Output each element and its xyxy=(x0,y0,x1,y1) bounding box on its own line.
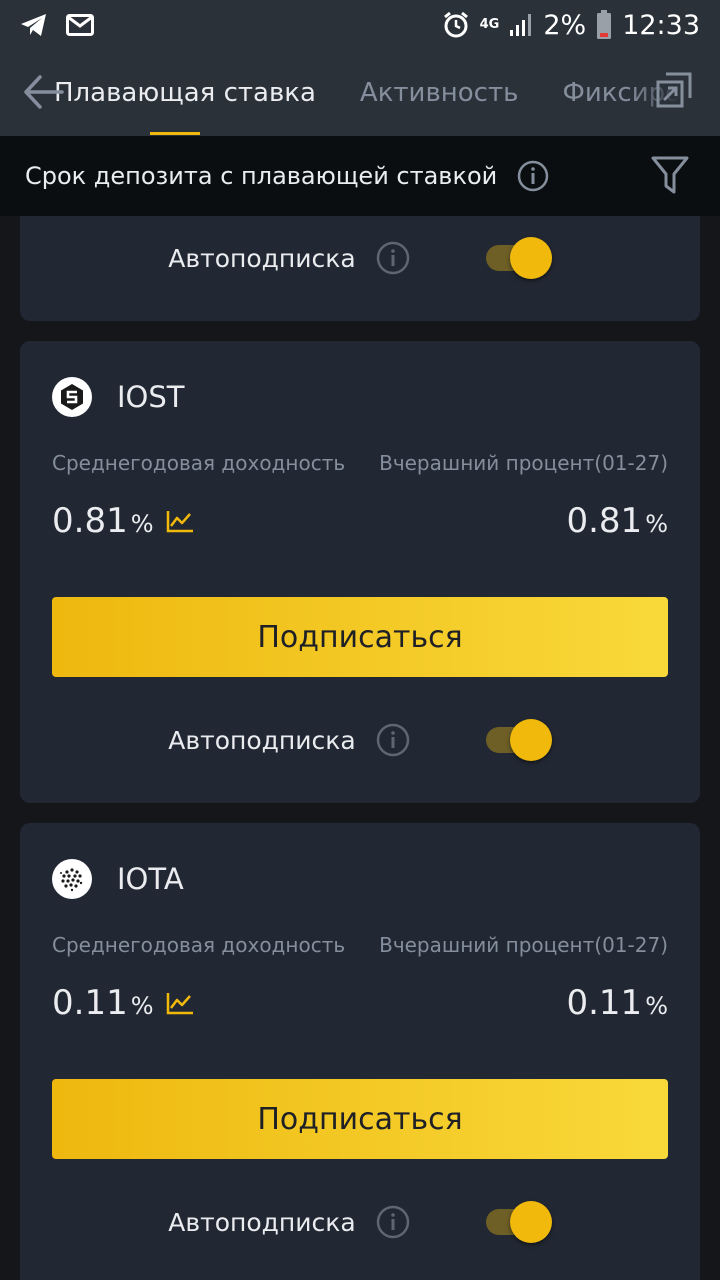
apy-label: Среднегодовая доходность xyxy=(52,933,346,957)
alarm-icon xyxy=(442,11,470,39)
toggle-knob xyxy=(509,1201,552,1243)
info-icon[interactable] xyxy=(517,160,549,192)
tab-activity[interactable]: Активность xyxy=(360,50,519,136)
battery-level: 2% xyxy=(543,9,587,41)
telegram-icon xyxy=(20,13,48,37)
auto-subscribe-label: Автоподписка xyxy=(168,243,356,273)
toggle-knob xyxy=(509,719,552,761)
yesterday-rate-label: Вчерашний процент(01-27) xyxy=(379,933,668,957)
auto-subscribe-row: Автоподписка xyxy=(20,715,700,765)
apy-value: 0.81% xyxy=(52,501,154,541)
coin-name: IOST xyxy=(117,380,185,414)
filter-bar: Срок депозита с плавающей ставкой xyxy=(0,136,720,216)
rate-values: 0.81% 0.81% xyxy=(52,501,668,541)
auto-subscribe-row: Автоподписка xyxy=(20,1197,700,1247)
history-icon[interactable] xyxy=(654,70,694,110)
auto-subscribe-toggle[interactable] xyxy=(485,237,552,279)
clock: 12:33 xyxy=(622,9,700,41)
signal-icon xyxy=(509,13,533,37)
product-card-partial: Автоподписка xyxy=(20,216,700,321)
product-card-iota: IOTA Среднегодовая доходность Вчерашний … xyxy=(20,823,700,1280)
coin-header: IOST xyxy=(52,377,185,417)
toggle-knob xyxy=(509,237,552,279)
coin-header: IOTA xyxy=(52,859,184,899)
rate-labels: Среднегодовая доходность Вчерашний проце… xyxy=(52,933,668,957)
app-header: Плавающая ставка Активность Фиксирован xyxy=(0,50,720,136)
network-type: 4G xyxy=(479,17,500,32)
iost-logo-icon xyxy=(52,377,92,417)
auto-subscribe-label: Автоподписка xyxy=(168,1207,356,1237)
chart-icon[interactable] xyxy=(166,991,194,1015)
tab-bar: Плавающая ставка Активность Фиксирован xyxy=(54,50,720,136)
info-icon[interactable] xyxy=(376,1205,410,1239)
tab-floating-rate[interactable]: Плавающая ставка xyxy=(54,50,316,136)
filter-icon[interactable] xyxy=(650,154,690,196)
back-arrow-icon[interactable] xyxy=(22,72,66,112)
mail-icon xyxy=(66,14,94,36)
auto-subscribe-toggle[interactable] xyxy=(485,719,552,761)
yesterday-rate-value: 0.81% xyxy=(566,501,668,541)
info-icon[interactable] xyxy=(376,723,410,757)
subscribe-button[interactable]: Подписаться xyxy=(52,1079,668,1159)
iota-logo-icon xyxy=(52,859,92,899)
rate-labels: Среднегодовая доходность Вчерашний проце… xyxy=(52,451,668,475)
status-bar: 4G 2% 12:33 xyxy=(0,0,720,50)
yesterday-rate-label: Вчерашний процент(01-27) xyxy=(379,451,668,475)
section-title: Срок депозита с плавающей ставкой xyxy=(25,162,498,190)
apy-label: Среднегодовая доходность xyxy=(52,451,346,475)
apy-value: 0.11% xyxy=(52,983,154,1023)
info-icon[interactable] xyxy=(376,241,410,275)
product-card-iost: IOST Среднегодовая доходность Вчерашний … xyxy=(20,341,700,803)
yesterday-rate-value: 0.11% xyxy=(566,983,668,1023)
active-tab-indicator xyxy=(150,132,200,135)
chart-icon[interactable] xyxy=(166,509,194,533)
battery-icon xyxy=(596,10,612,40)
auto-subscribe-toggle[interactable] xyxy=(485,1201,552,1243)
product-list[interactable]: Автоподписка IOST Среднегодовая доходнос… xyxy=(0,216,720,1280)
rate-values: 0.11% 0.11% xyxy=(52,983,668,1023)
auto-subscribe-row: Автоподписка xyxy=(20,233,700,283)
coin-name: IOTA xyxy=(117,862,184,896)
subscribe-button[interactable]: Подписаться xyxy=(52,597,668,677)
auto-subscribe-label: Автоподписка xyxy=(168,725,356,755)
